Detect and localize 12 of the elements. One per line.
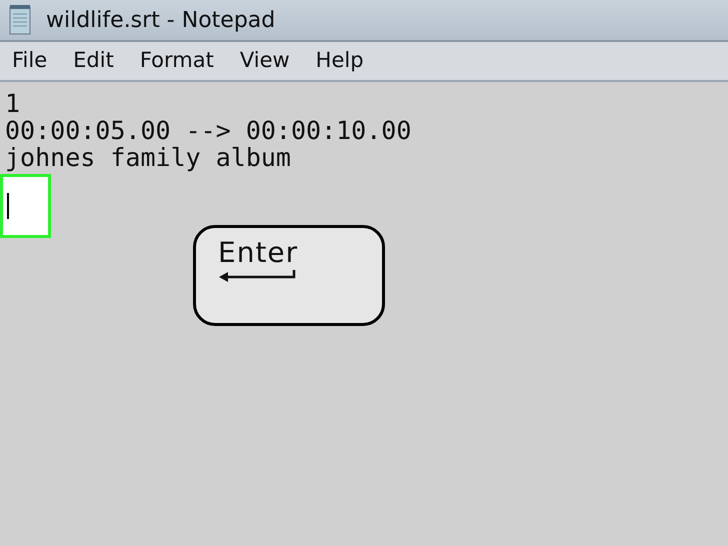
text-line: johnes family album <box>5 144 291 171</box>
window-title: wildlife.srt - Notepad <box>46 6 276 34</box>
text-line: 00:00:05.00 --> 00:00:10.00 <box>5 117 412 144</box>
menu-item[interactable]: File <box>12 45 48 77</box>
menu-item[interactable]: Help <box>316 45 364 77</box>
menu-item[interactable]: View <box>240 45 290 77</box>
text-caret <box>7 193 9 219</box>
menu-item[interactable]: Format <box>140 45 214 77</box>
return-arrow-icon <box>218 270 296 282</box>
text-line: 1 <box>5 90 20 117</box>
key-label: Enter <box>218 236 298 270</box>
menu-item[interactable]: Edit <box>73 45 114 77</box>
